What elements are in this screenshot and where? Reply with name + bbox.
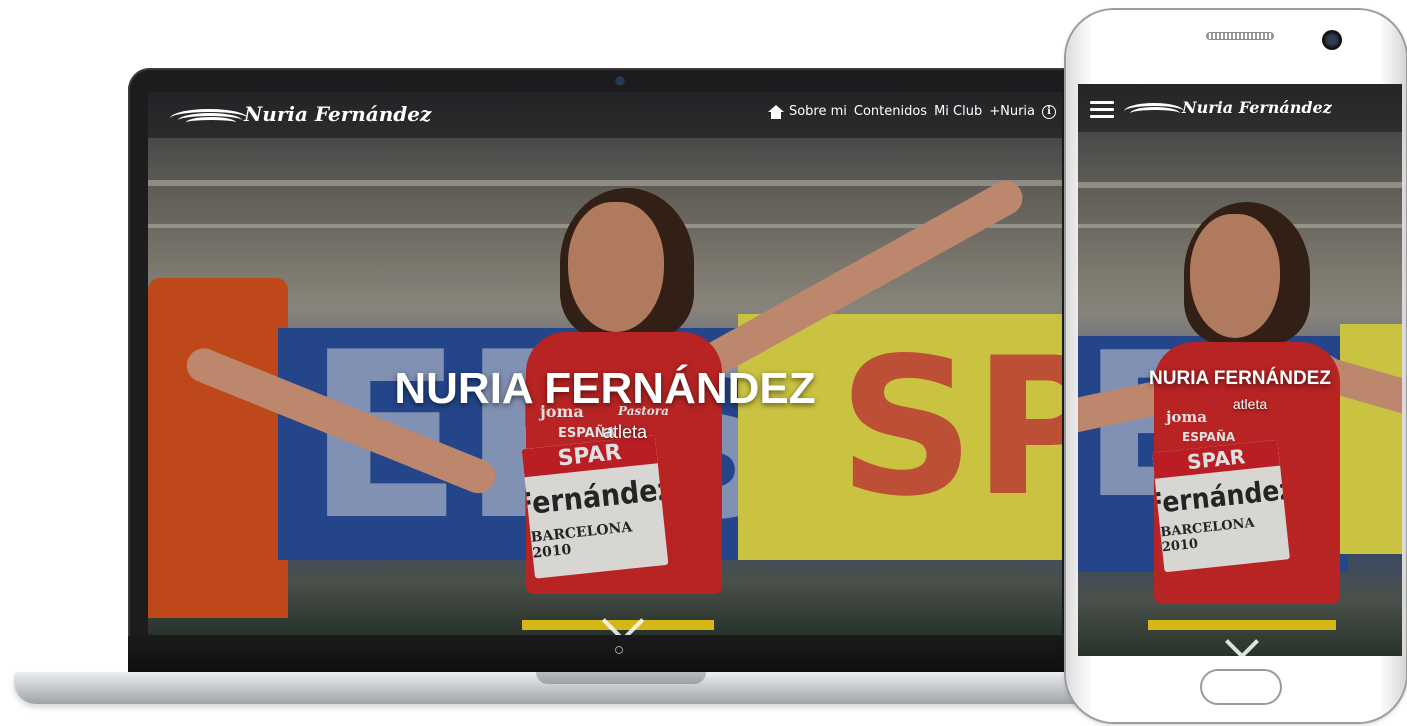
mobile-top-navbar: Nuria Fernández — [1078, 84, 1402, 132]
info-icon[interactable]: i — [1042, 104, 1056, 119]
laptop-notch — [536, 672, 706, 684]
mobile-site-logo[interactable]: Nuria Fernández — [1124, 98, 1332, 117]
top-navbar: Nuria Fernández Sobre mi Contenidos Mi C… — [148, 92, 1062, 138]
phone-camera — [1322, 30, 1342, 50]
hamburger-menu-icon[interactable] — [1090, 101, 1114, 119]
nav-item-mi-club[interactable]: Mi Club — [934, 104, 982, 119]
phone-speaker — [1206, 32, 1274, 40]
logo-text: Nuria Fernández — [244, 102, 432, 126]
logo-text: Nuria Fernández — [1182, 98, 1332, 117]
laptop-screen: EPSO SPOR joma ESPAÑA Pastora SPAR Ferná… — [148, 92, 1062, 635]
nav-menu: Sobre mi Contenidos Mi Club +Nuria i — [767, 104, 1056, 119]
home-icon[interactable] — [767, 104, 784, 119]
laptop-camera — [616, 77, 624, 85]
hero-section: EPSO SPOR joma ESPAÑA Pastora SPAR Ferná… — [148, 92, 1062, 635]
site-logo[interactable]: Nuria Fernández — [170, 102, 431, 126]
nav-item-mas-nuria[interactable]: +Nuria — [989, 104, 1035, 119]
laptop-power-indicator — [615, 646, 623, 654]
logo-swoosh-icon — [170, 103, 250, 125]
laptop-chin — [128, 636, 1088, 673]
mobile-hero-title: NURIA FERNÁNDEZ — [1149, 368, 1331, 389]
logo-swoosh-icon — [1124, 99, 1186, 117]
mobile-hero-subtitle: atleta — [1232, 396, 1268, 412]
nav-item-sobre-mi[interactable]: Sobre mi — [789, 104, 847, 119]
hero-subtitle: atleta — [602, 422, 648, 442]
phone-home-button — [1200, 669, 1282, 705]
phone-screen: EPSO joma ESPAÑA SPAR Fernández BARCELON… — [1078, 84, 1402, 656]
nav-item-contenidos[interactable]: Contenidos — [854, 104, 927, 119]
mobile-hero-section: EPSO joma ESPAÑA SPAR Fernández BARCELON… — [1078, 84, 1402, 656]
hero-title: NURIA FERNÁNDEZ — [394, 364, 816, 413]
